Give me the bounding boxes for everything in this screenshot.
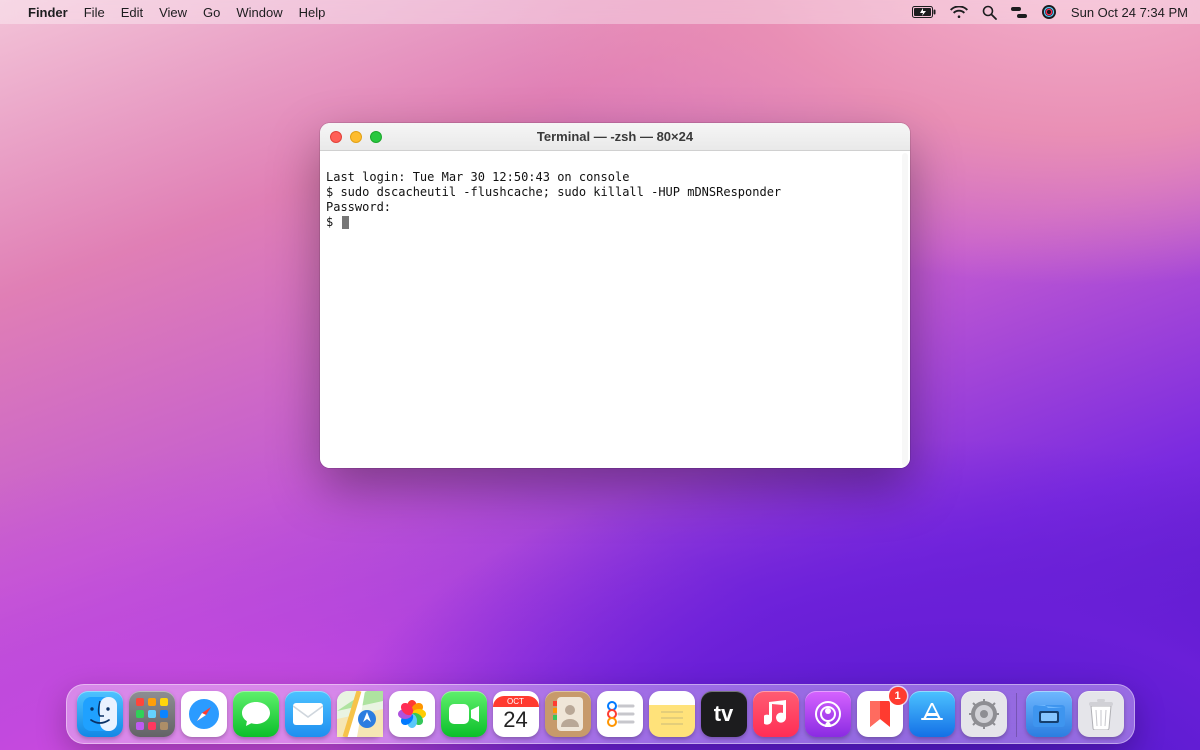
battery-charging-icon[interactable] bbox=[912, 6, 936, 18]
window-close-button[interactable] bbox=[330, 131, 342, 143]
reminders-icon bbox=[605, 699, 635, 729]
terminal-line: Password: bbox=[326, 200, 391, 214]
menu-window[interactable]: Window bbox=[236, 5, 282, 20]
dock-app-mail[interactable] bbox=[285, 691, 331, 737]
menu-bar: Finder File Edit View Go Window Help bbox=[0, 0, 1200, 24]
window-minimize-button[interactable] bbox=[350, 131, 362, 143]
settings-icon bbox=[968, 698, 1000, 730]
dock-app-photos[interactable] bbox=[389, 691, 435, 737]
dock-app-calendar[interactable]: OCT 24 bbox=[493, 691, 539, 737]
calendar-month-label: OCT bbox=[493, 696, 539, 707]
facetime-icon bbox=[449, 704, 479, 724]
launchpad-icon bbox=[136, 698, 168, 730]
dock-app-facetime[interactable] bbox=[441, 691, 487, 737]
menu-clock[interactable]: Sun Oct 24 7:34 PM bbox=[1071, 5, 1188, 20]
podcasts-icon bbox=[813, 699, 843, 729]
dock-app-reminders[interactable] bbox=[597, 691, 643, 737]
messages-icon bbox=[241, 700, 271, 728]
appstore-icon bbox=[918, 700, 946, 728]
window-zoom-button[interactable] bbox=[370, 131, 382, 143]
scrollbar[interactable] bbox=[902, 153, 908, 466]
menu-help[interactable]: Help bbox=[299, 5, 326, 20]
terminal-prompt-line: $ bbox=[326, 215, 349, 229]
dock: OCT 24 tv bbox=[66, 684, 1135, 744]
safari-icon bbox=[185, 695, 223, 733]
dock-trash[interactable] bbox=[1078, 691, 1124, 737]
terminal-line: $ sudo dscacheutil -flushcache; sudo kil… bbox=[326, 185, 781, 199]
dock-app-podcasts[interactable] bbox=[805, 691, 851, 737]
menu-view[interactable]: View bbox=[159, 5, 187, 20]
calendar-day-label: 24 bbox=[503, 707, 527, 733]
desktop: Finder File Edit View Go Window Help bbox=[0, 0, 1200, 750]
dock-app-launchpad[interactable] bbox=[129, 691, 175, 737]
photos-icon bbox=[398, 700, 426, 728]
news-icon bbox=[867, 699, 893, 729]
dock-separator bbox=[1016, 693, 1017, 737]
window-titlebar[interactable]: Terminal — -zsh — 80×24 bbox=[320, 123, 910, 151]
news-badge: 1 bbox=[889, 687, 907, 705]
window-title: Terminal — -zsh — 80×24 bbox=[320, 129, 910, 144]
spotlight-icon[interactable] bbox=[982, 5, 997, 20]
dock-app-contacts[interactable] bbox=[545, 691, 591, 737]
dock-app-music[interactable] bbox=[753, 691, 799, 737]
maps-icon bbox=[337, 691, 383, 737]
dock-downloads[interactable] bbox=[1026, 691, 1072, 737]
dock-app-tv[interactable]: tv bbox=[701, 691, 747, 737]
menu-go[interactable]: Go bbox=[203, 5, 220, 20]
dock-app-news[interactable]: 1 bbox=[857, 691, 903, 737]
music-icon bbox=[764, 700, 788, 728]
trash-icon bbox=[1088, 698, 1114, 730]
dock-app-finder[interactable] bbox=[77, 691, 123, 737]
wifi-icon[interactable] bbox=[950, 6, 968, 19]
terminal-cursor bbox=[342, 216, 349, 229]
notes-icon bbox=[658, 708, 686, 730]
siri-icon[interactable] bbox=[1041, 4, 1057, 20]
mail-icon bbox=[293, 703, 323, 725]
dock-app-safari[interactable] bbox=[181, 691, 227, 737]
finder-icon bbox=[83, 697, 117, 731]
control-center-icon[interactable] bbox=[1011, 6, 1027, 19]
contacts-icon bbox=[553, 697, 583, 731]
terminal-line: Last login: Tue Mar 30 12:50:43 on conso… bbox=[326, 170, 629, 184]
dock-app-messages[interactable] bbox=[233, 691, 279, 737]
downloads-icon bbox=[1033, 701, 1065, 727]
app-menu[interactable]: Finder bbox=[28, 5, 68, 20]
menu-edit[interactable]: Edit bbox=[121, 5, 143, 20]
terminal-window[interactable]: Terminal — -zsh — 80×24 Last login: Tue … bbox=[320, 123, 910, 468]
dock-app-maps[interactable] bbox=[337, 691, 383, 737]
dock-app-appstore[interactable] bbox=[909, 691, 955, 737]
dock-app-settings[interactable] bbox=[961, 691, 1007, 737]
menu-file[interactable]: File bbox=[84, 5, 105, 20]
terminal-content[interactable]: Last login: Tue Mar 30 12:50:43 on conso… bbox=[320, 151, 910, 468]
tv-icon: tv bbox=[714, 701, 734, 727]
dock-app-notes[interactable] bbox=[649, 691, 695, 737]
dock-region: OCT 24 tv bbox=[0, 684, 1200, 744]
